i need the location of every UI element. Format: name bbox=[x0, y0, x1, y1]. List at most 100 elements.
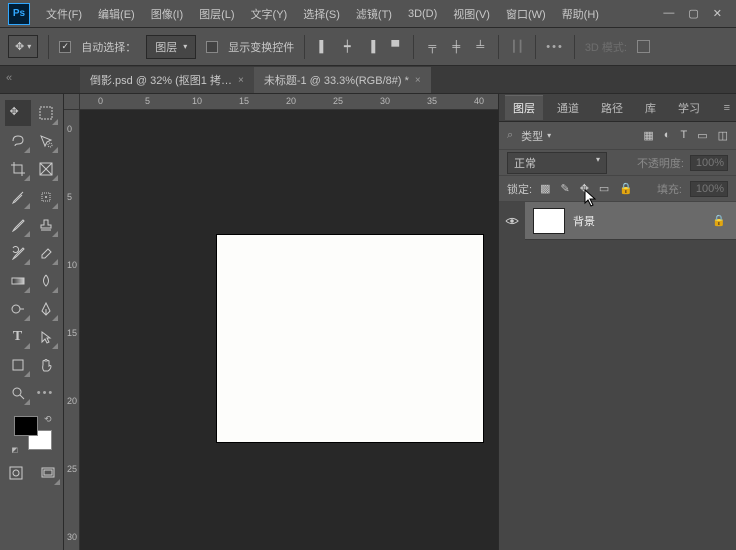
tool-preset-dropdown[interactable]: ✥ ▾ bbox=[8, 35, 38, 58]
window-maximize-icon[interactable]: ▢ bbox=[688, 7, 698, 20]
layer-row-background[interactable]: 背景 🔒 bbox=[525, 202, 736, 240]
foreground-color[interactable] bbox=[14, 416, 38, 436]
tab-library[interactable]: 库 bbox=[637, 96, 664, 120]
canvas-document[interactable] bbox=[217, 235, 483, 442]
filter-shape-icon[interactable]: ▭ bbox=[697, 129, 707, 142]
tab-learn[interactable]: 学习 bbox=[670, 96, 708, 120]
auto-select-checkbox[interactable] bbox=[59, 41, 71, 53]
marquee-tool[interactable] bbox=[33, 100, 59, 126]
ruler-vertical[interactable]: 0 5 10 15 20 25 30 bbox=[64, 110, 80, 550]
opacity-input[interactable]: 100% bbox=[690, 155, 728, 171]
zoom-tool[interactable] bbox=[5, 380, 31, 406]
filter-adjust-icon[interactable]: ◐ bbox=[664, 129, 671, 142]
lock-all-icon[interactable]: 🔒 bbox=[619, 182, 633, 195]
search-icon[interactable]: ⌕ bbox=[507, 129, 513, 142]
fill-input[interactable]: 100% bbox=[690, 181, 728, 197]
3d-mode-icon[interactable] bbox=[637, 40, 650, 53]
auto-select-target-dropdown[interactable]: 图层 ▾ bbox=[146, 35, 196, 59]
swap-colors-icon[interactable]: ⟲ bbox=[44, 414, 52, 425]
crop-tool[interactable] bbox=[5, 156, 31, 182]
divider bbox=[413, 35, 414, 59]
tab-paths[interactable]: 路径 bbox=[593, 96, 631, 120]
show-transform-checkbox[interactable] bbox=[206, 41, 218, 53]
document-tab-2[interactable]: 未标题-1 @ 33.3%(RGB/8#) * × bbox=[254, 67, 431, 93]
screen-mode-icon[interactable] bbox=[35, 460, 61, 486]
gradient-tool[interactable] bbox=[5, 268, 31, 294]
lock-icon[interactable]: 🔒 bbox=[712, 214, 726, 227]
window-close-icon[interactable]: ✕ bbox=[713, 7, 722, 20]
ruler-origin[interactable] bbox=[64, 94, 80, 110]
lock-artboard-icon[interactable]: ▭ bbox=[599, 182, 609, 195]
path-select-tool[interactable] bbox=[33, 324, 59, 350]
pen-tool[interactable] bbox=[33, 296, 59, 322]
menu-select[interactable]: 选择(S) bbox=[295, 0, 348, 28]
history-brush-tool[interactable] bbox=[5, 240, 31, 266]
tab-channels[interactable]: 通道 bbox=[549, 96, 587, 120]
menu-image[interactable]: 图像(I) bbox=[143, 0, 191, 28]
frame-tool[interactable] bbox=[33, 156, 59, 182]
menu-3d[interactable]: 3D(D) bbox=[400, 0, 445, 28]
align-top-icon[interactable]: ▀ bbox=[387, 39, 403, 55]
blend-row: 正常 ▾ 不透明度: 100% bbox=[499, 150, 736, 176]
menu-layer[interactable]: 图层(L) bbox=[191, 0, 242, 28]
menu-file[interactable]: 文件(F) bbox=[38, 0, 90, 28]
stamp-tool[interactable] bbox=[33, 212, 59, 238]
close-tab-icon[interactable]: × bbox=[238, 75, 244, 86]
distribute-bottom-icon[interactable]: ╧ bbox=[472, 39, 488, 55]
lock-position-icon[interactable]: ✥ bbox=[580, 182, 589, 195]
align-right-icon[interactable]: ▐ bbox=[363, 39, 379, 55]
window-minimize-icon[interactable]: — bbox=[663, 7, 674, 20]
move-tool[interactable]: ✥ bbox=[5, 100, 31, 126]
quick-mask-icon[interactable] bbox=[3, 460, 29, 486]
ruler-tick: 30 bbox=[67, 532, 77, 542]
default-colors-icon[interactable]: ◩ bbox=[12, 446, 19, 454]
tab-layers[interactable]: 图层 bbox=[505, 95, 543, 120]
menu-edit[interactable]: 编辑(E) bbox=[90, 0, 143, 28]
canvas-area[interactable]: 0 5 10 15 20 25 30 35 40 0 5 10 15 20 25… bbox=[64, 94, 498, 550]
document-tab-1[interactable]: 倒影.psd @ 32% (抠图1 拷… × bbox=[80, 67, 254, 93]
align-left-icon[interactable]: ▌ bbox=[315, 39, 331, 55]
auto-select-target-value: 图层 bbox=[155, 39, 177, 55]
filter-pixel-icon[interactable]: ▦ bbox=[643, 129, 653, 142]
shape-tool[interactable] bbox=[5, 352, 31, 378]
lock-row: 锁定: ▩ ✎ ✥ ▭ 🔒 填充: 100% bbox=[499, 176, 736, 202]
brush-tool[interactable] bbox=[5, 212, 31, 238]
menu-window[interactable]: 窗口(W) bbox=[498, 0, 554, 28]
filter-type-dropdown[interactable]: 类型 ▾ bbox=[521, 128, 551, 144]
filter-type-icon[interactable]: T bbox=[680, 129, 687, 142]
color-swatches[interactable]: ⟲ ◩ bbox=[10, 414, 54, 454]
more-options-icon[interactable]: ••• bbox=[546, 41, 564, 53]
menu-help[interactable]: 帮助(H) bbox=[554, 0, 607, 28]
panel-menu-icon[interactable]: ≡ bbox=[724, 102, 730, 114]
layer-thumbnail[interactable] bbox=[533, 208, 565, 234]
collapse-panels-icon[interactable]: « bbox=[6, 72, 16, 82]
quick-select-tool[interactable] bbox=[33, 128, 59, 154]
distribute-top-icon[interactable]: ╤ bbox=[424, 39, 440, 55]
menu-type[interactable]: 文字(Y) bbox=[243, 0, 296, 28]
lasso-tool[interactable] bbox=[5, 128, 31, 154]
layer-visibility-toggle[interactable] bbox=[499, 202, 525, 240]
menu-view[interactable]: 视图(V) bbox=[445, 0, 498, 28]
blur-tool[interactable] bbox=[33, 268, 59, 294]
dodge-tool[interactable] bbox=[5, 296, 31, 322]
ruler-tick: 5 bbox=[145, 96, 150, 106]
healing-tool[interactable] bbox=[33, 184, 59, 210]
close-tab-icon[interactable]: × bbox=[415, 75, 421, 86]
distribute-vcenter-icon[interactable]: ╪ bbox=[448, 39, 464, 55]
hand-tool[interactable] bbox=[33, 352, 59, 378]
filter-smart-icon[interactable]: ◫ bbox=[718, 129, 728, 142]
type-tool[interactable]: T bbox=[5, 324, 31, 350]
edit-toolbar[interactable]: ••• bbox=[33, 380, 59, 406]
layer-name[interactable]: 背景 bbox=[573, 213, 712, 229]
layer-list[interactable]: 背景 🔒 bbox=[499, 202, 736, 550]
menu-filter[interactable]: 滤镜(T) bbox=[348, 0, 400, 28]
eyedropper-tool[interactable] bbox=[5, 184, 31, 210]
divider bbox=[304, 35, 305, 59]
blend-mode-dropdown[interactable]: 正常 ▾ bbox=[507, 152, 607, 174]
ruler-horizontal[interactable]: 0 5 10 15 20 25 30 35 40 bbox=[80, 94, 498, 110]
lock-pixels-icon[interactable]: ✎ bbox=[560, 182, 569, 195]
distribute-spacing-icon[interactable]: ┃┃ bbox=[509, 39, 525, 55]
align-hcenter-icon[interactable]: ┿ bbox=[339, 39, 355, 55]
eraser-tool[interactable] bbox=[33, 240, 59, 266]
lock-transparent-icon[interactable]: ▩ bbox=[540, 182, 550, 195]
